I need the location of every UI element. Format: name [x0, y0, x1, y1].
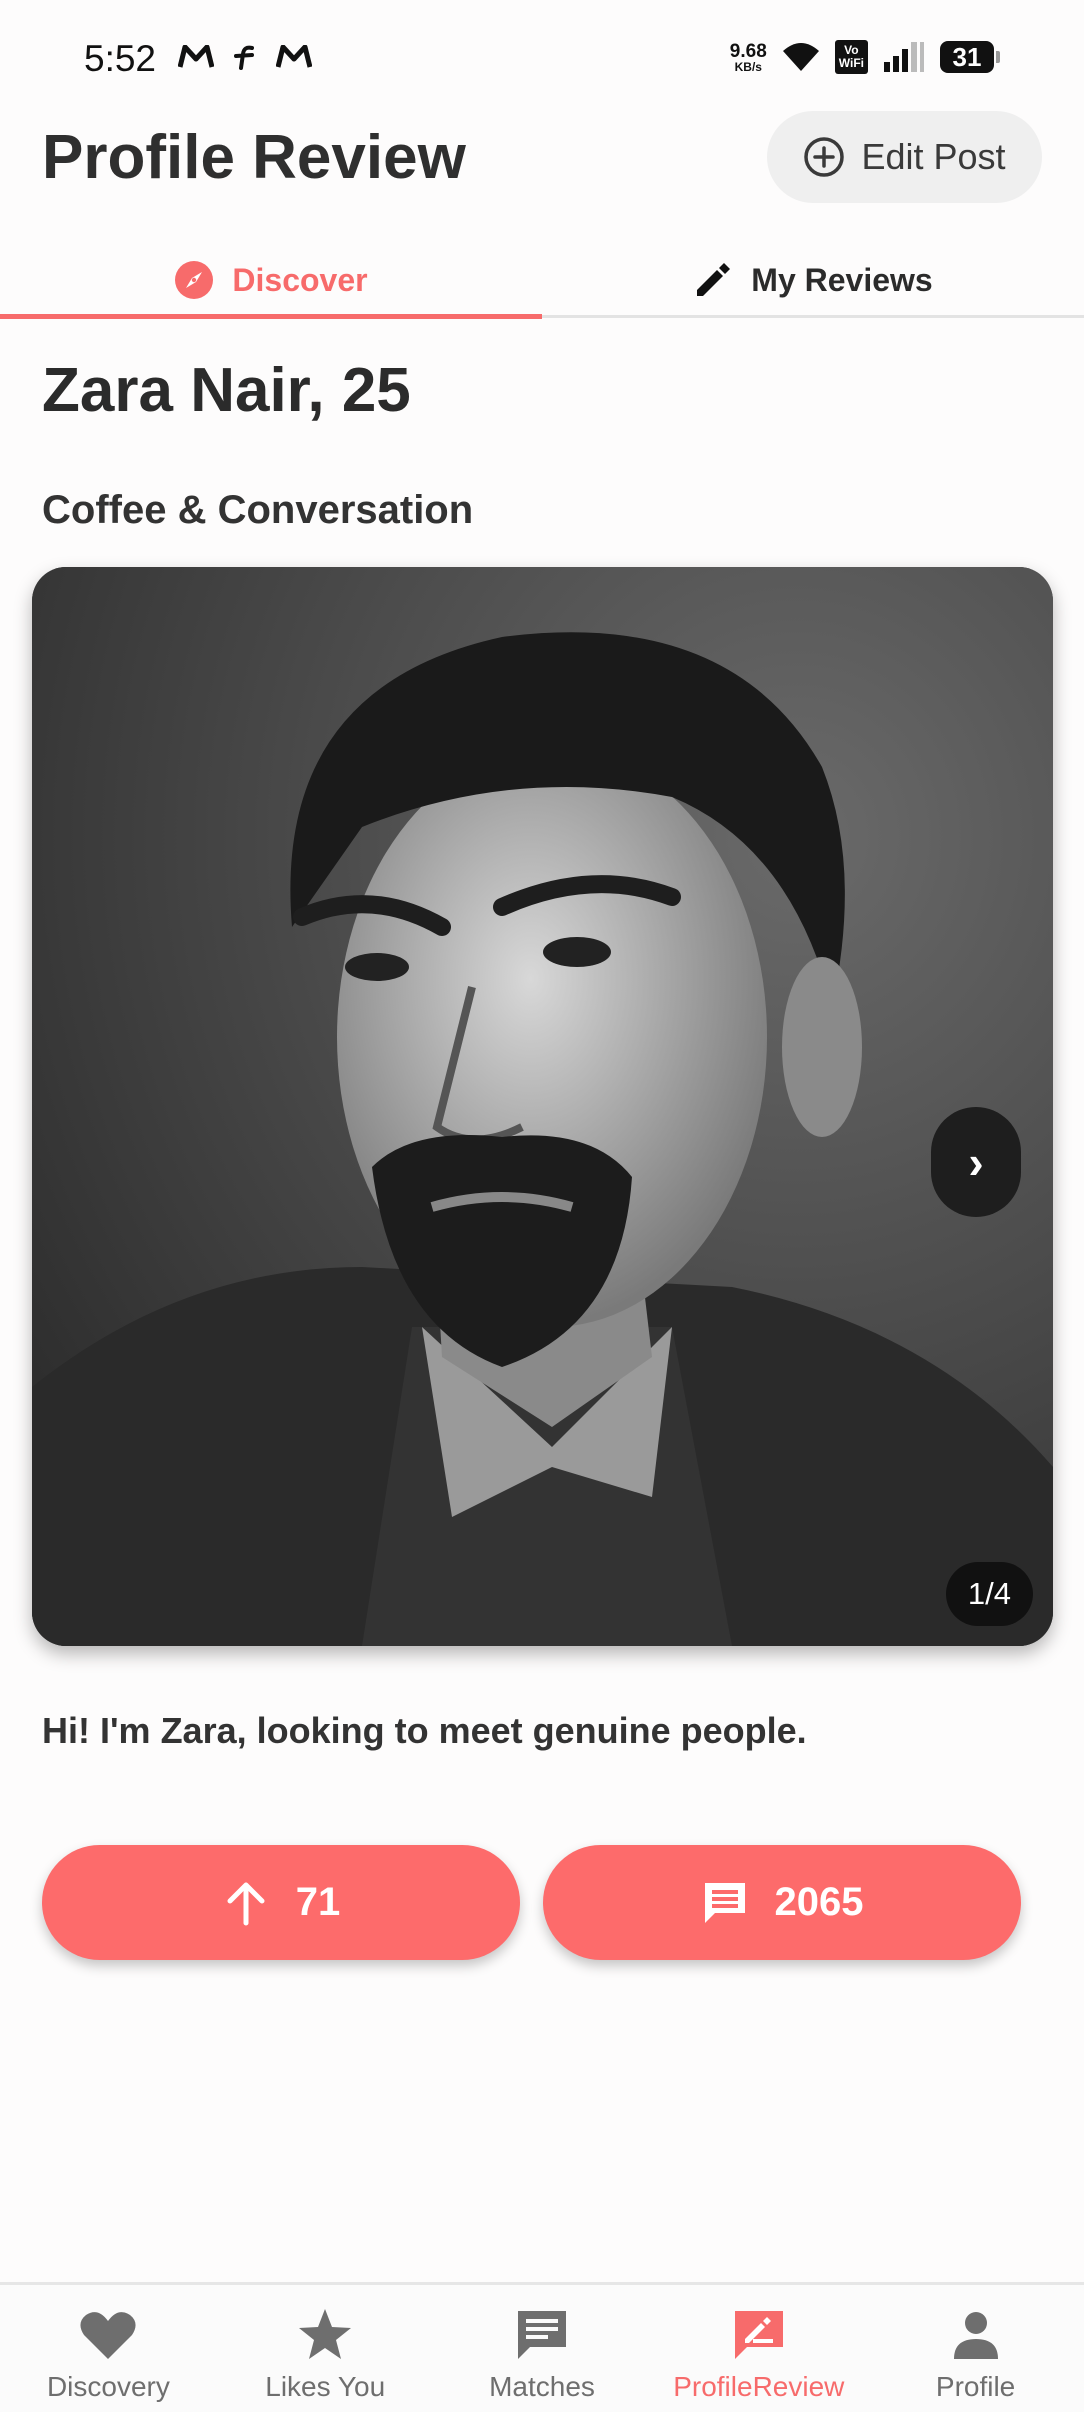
signal-icon	[884, 42, 924, 72]
bottom-nav: Discovery Likes You Matches ProfileRevie…	[0, 2282, 1084, 2412]
gmail-icon	[276, 45, 312, 68]
compass-icon	[175, 261, 214, 299]
edit-post-button[interactable]: Edit Post	[767, 111, 1042, 203]
chat-icon	[517, 2311, 566, 2359]
pencil-icon	[697, 263, 731, 296]
tab-my-reviews[interactable]: My Reviews	[542, 245, 1084, 315]
status-bar: 5:52 9.68 KB/s Vo WiFi 31	[0, 0, 1084, 110]
comment-count: 2065	[774, 1880, 864, 1924]
upvote-button[interactable]: 71	[42, 1845, 520, 1960]
tab-my-reviews-label: My Reviews	[751, 261, 933, 298]
page-title: Profile Review	[42, 123, 466, 192]
profile-bio: Hi! I'm Zara, looking to meet genuine pe…	[42, 1710, 807, 1751]
tab-bar: Discover My Reviews	[0, 245, 1084, 319]
nav-discovery[interactable]: Discovery	[0, 2285, 217, 2412]
edit-post-label: Edit Post	[861, 136, 1006, 177]
photo-counter: 1/4	[945, 1562, 1033, 1626]
status-time: 5:52	[84, 38, 157, 79]
review-icon	[734, 2311, 783, 2359]
system-icons: 9.68 KB/s Vo WiFi 31	[730, 40, 1000, 74]
upvote-count: 71	[295, 1880, 341, 1924]
flipkart-icon	[234, 45, 254, 70]
nav-profile-review[interactable]: ProfileReview	[650, 2285, 867, 2412]
star-icon	[299, 2309, 352, 2359]
vowifi-icon: Vo WiFi	[834, 40, 868, 74]
network-speed: 9.68 KB/s	[729, 40, 767, 74]
next-photo-button[interactable]: ›	[931, 1107, 1021, 1217]
wifi-icon	[782, 43, 819, 71]
comment-icon	[704, 1882, 745, 1923]
portrait-image	[32, 567, 1053, 1646]
tab-discover-label: Discover	[232, 261, 368, 298]
action-buttons: 71 2065	[42, 1845, 1021, 1960]
arrow-up-icon	[227, 1882, 265, 1925]
nav-profile[interactable]: Profile	[867, 2285, 1084, 2412]
profile-photo[interactable]: › 1/4	[32, 567, 1053, 1646]
nav-matches[interactable]: Matches	[434, 2285, 651, 2412]
profile-name-age: Zara Nair, 25	[42, 356, 411, 425]
gmail-icon	[178, 45, 214, 68]
person-icon	[953, 2312, 998, 2359]
tab-discover[interactable]: Discover	[0, 245, 542, 319]
nav-likes-you[interactable]: Likes You	[217, 2285, 434, 2412]
comments-button[interactable]: 2065	[543, 1845, 1021, 1960]
post-title: Coffee & Conversation	[42, 488, 474, 532]
add-circle-icon	[804, 137, 845, 177]
battery-icon: 31	[940, 41, 1000, 73]
heart-icon	[80, 2312, 136, 2359]
notification-icons	[178, 44, 312, 70]
